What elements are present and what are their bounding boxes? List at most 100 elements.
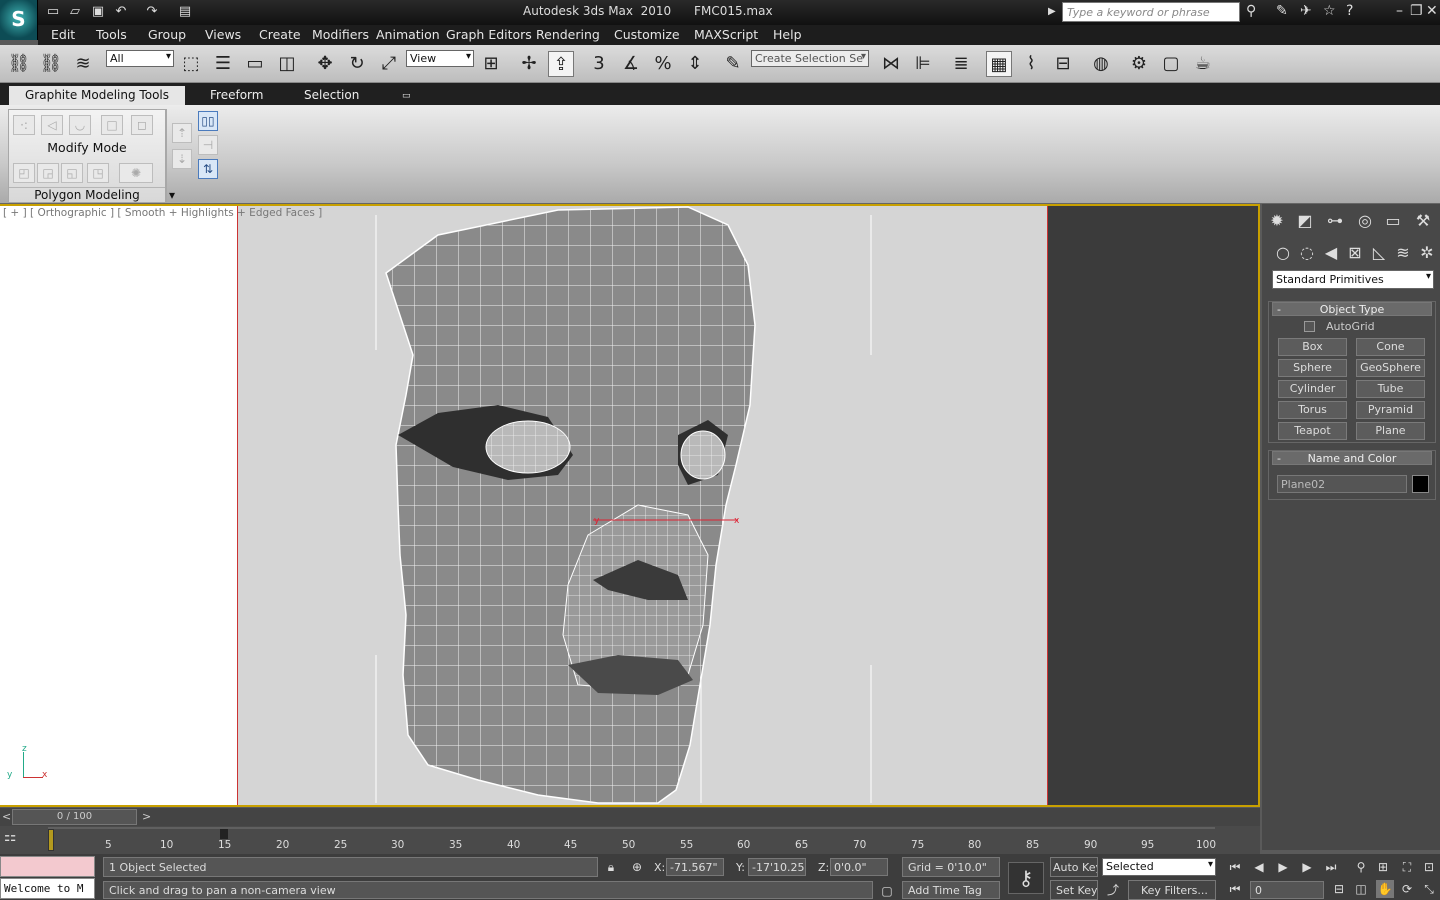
help-icon[interactable]: ? — [1346, 3, 1353, 19]
tube-button[interactable]: Tube — [1356, 380, 1425, 398]
current-frame-field[interactable]: 0 — [1250, 881, 1324, 899]
sphere-button[interactable]: Sphere — [1278, 359, 1347, 377]
curve-editor-icon[interactable]: ⌇ — [1018, 51, 1044, 77]
favorites-star-icon[interactable]: ☆ — [1323, 3, 1336, 19]
vertex-icon[interactable]: ·: — [13, 115, 35, 135]
subscription-icon[interactable]: ✎ — [1276, 3, 1288, 19]
menu-customize[interactable]: Customize — [614, 27, 680, 42]
redo-icon[interactable]: ↷ — [143, 4, 161, 20]
previous-modifier-icon[interactable]: ⇡ — [172, 123, 192, 143]
menu-graph-editors[interactable]: Graph Editors — [446, 27, 532, 42]
render-setup-icon[interactable]: ⚙ — [1126, 51, 1152, 77]
spinner-snap-icon[interactable]: ⇕ — [682, 51, 708, 77]
binoculars-icon[interactable]: ⚲ — [1246, 3, 1256, 19]
zoom-extents-icon[interactable]: ⛶ — [1398, 858, 1416, 876]
go-to-start-icon[interactable]: ⏮ — [1226, 858, 1244, 876]
menu-views[interactable]: Views — [205, 27, 241, 42]
menu-edit[interactable]: Edit — [51, 27, 75, 42]
restore-icon[interactable]: ❐ — [1410, 3, 1423, 19]
current-frame-marker[interactable] — [48, 829, 54, 851]
align-icon[interactable]: ⊫ — [910, 51, 936, 77]
key-mode-toggle-icon[interactable]: ⏮ — [1226, 880, 1244, 898]
window-crossing-icon[interactable]: ◫ — [274, 51, 300, 77]
project-folder-icon[interactable]: ▤ — [176, 4, 194, 20]
x-coordinate-field[interactable]: -71.567" — [666, 858, 724, 876]
panel-dropdown-icon[interactable]: ▾ — [169, 188, 175, 202]
time-next-button[interactable]: > — [142, 810, 151, 823]
pan-view-icon[interactable]: ✋ — [1376, 880, 1394, 898]
render-production-icon[interactable]: ☕ — [1190, 51, 1216, 77]
tab-freeform[interactable]: Freeform — [202, 86, 271, 105]
move-icon[interactable]: ✥ — [312, 51, 338, 77]
close-icon[interactable]: ✕ — [1426, 3, 1438, 19]
previous-frame-icon[interactable]: ◀ — [1250, 858, 1268, 876]
orbit-icon[interactable]: ⟳ — [1398, 880, 1416, 898]
snaps-toggle-icon[interactable]: 3 — [586, 51, 612, 77]
percent-snap-icon[interactable]: % — [650, 51, 676, 77]
pivot-center-icon[interactable]: ⊞ — [478, 51, 504, 77]
pyramid-button[interactable]: Pyramid — [1356, 401, 1425, 419]
select-object-icon[interactable]: ⬚ — [178, 51, 204, 77]
key-marker[interactable] — [220, 829, 228, 839]
menu-modifiers[interactable]: Modifiers — [312, 27, 369, 42]
named-selection-dropdown[interactable]: Create Selection Se — [751, 50, 869, 67]
absolute-mode-icon[interactable]: ⊕ — [628, 858, 646, 876]
material-editor-icon[interactable]: ◍ — [1088, 51, 1114, 77]
set-key-button[interactable]: Set Key — [1050, 880, 1098, 900]
key-mode-dropdown[interactable]: Selected — [1102, 858, 1216, 876]
keyboard-shortcut-override-icon[interactable]: ⇪ — [548, 51, 574, 77]
show-end-result-icon[interactable]: ▯▯ — [198, 111, 218, 131]
preview-subobject-icon[interactable]: ◲ — [37, 163, 59, 183]
category-dropdown[interactable]: Standard Primitives — [1272, 270, 1434, 289]
rendered-frame-icon[interactable]: ▢ — [1158, 51, 1184, 77]
z-coordinate-field[interactable]: 0'0.0" — [830, 858, 888, 876]
collapse-stack-icon[interactable]: ⇅ — [198, 159, 218, 179]
utilities-tab-icon[interactable]: ⚒ — [1412, 210, 1434, 232]
rectangular-selection-icon[interactable]: ▭ — [242, 51, 268, 77]
polygon-modeling-footer[interactable]: Polygon Modeling ▾ — [9, 187, 175, 203]
preview-multi-icon[interactable]: ◱ — [61, 163, 83, 183]
tab-selection[interactable]: Selection — [296, 86, 367, 105]
reference-coordinate-dropdown[interactable]: View — [406, 50, 474, 67]
app-logo-icon[interactable]: S — [0, 0, 38, 40]
unlink-icon[interactable]: ⛓ — [38, 51, 64, 77]
plane-button[interactable]: Plane — [1356, 422, 1425, 440]
maxscript-listener-top[interactable] — [0, 856, 95, 877]
next-frame-icon[interactable]: ▶ — [1298, 858, 1316, 876]
open-mini-curve-editor-icon[interactable]: ⚏ — [4, 829, 30, 849]
menu-tools[interactable]: Tools — [96, 27, 127, 42]
menu-group[interactable]: Group — [148, 27, 186, 42]
menu-create[interactable]: Create — [259, 27, 301, 42]
time-prev-button[interactable]: < — [2, 810, 11, 823]
set-key-icon[interactable]: ⚷ — [1008, 862, 1044, 894]
cone-button[interactable]: Cone — [1356, 338, 1425, 356]
angle-snap-icon[interactable]: ∡ — [618, 51, 644, 77]
space-warps-icon[interactable]: ≋ — [1392, 242, 1414, 264]
mirror-icon[interactable]: ⋈ — [878, 51, 904, 77]
link-icon[interactable]: ⛓ — [6, 51, 32, 77]
preview-off-icon[interactable]: ◰ — [13, 163, 35, 183]
polygon-icon[interactable]: □ — [101, 115, 123, 135]
next-modifier-icon[interactable]: ⇣ — [172, 149, 192, 169]
helpers-icon[interactable]: ◺ — [1368, 242, 1390, 264]
menu-rendering[interactable]: Rendering — [536, 27, 600, 42]
hierarchy-tab-icon[interactable]: ⊶ — [1324, 210, 1346, 232]
time-slider[interactable]: 0 / 100 — [12, 809, 137, 825]
menu-help[interactable]: Help — [773, 27, 802, 42]
go-to-end-icon[interactable]: ⏭ — [1322, 858, 1340, 876]
scale-icon[interactable]: ⤢ — [376, 51, 402, 77]
layer-manager-icon[interactable]: ≣ — [948, 51, 974, 77]
modify-tab-icon[interactable]: ◩ — [1294, 210, 1316, 232]
geometry-icon[interactable]: ○ — [1272, 242, 1294, 264]
pin-stack-icon[interactable]: ⊣ — [198, 135, 218, 155]
new-file-icon[interactable]: ▭ — [44, 4, 62, 20]
open-file-icon[interactable]: ▱ — [66, 4, 84, 20]
save-icon[interactable]: ▣ — [89, 4, 107, 20]
search-expand-icon[interactable]: ▶ — [1048, 6, 1056, 17]
teapot-button[interactable]: Teapot — [1278, 422, 1347, 440]
add-time-tag[interactable]: Add Time Tag — [902, 881, 1000, 899]
ignore-backfacing-icon[interactable]: ◳ — [87, 163, 109, 183]
selection-filter-dropdown[interactable]: All — [106, 50, 174, 67]
object-color-swatch[interactable] — [1412, 475, 1429, 493]
name-color-header[interactable]: - Name and Color — [1272, 451, 1432, 465]
